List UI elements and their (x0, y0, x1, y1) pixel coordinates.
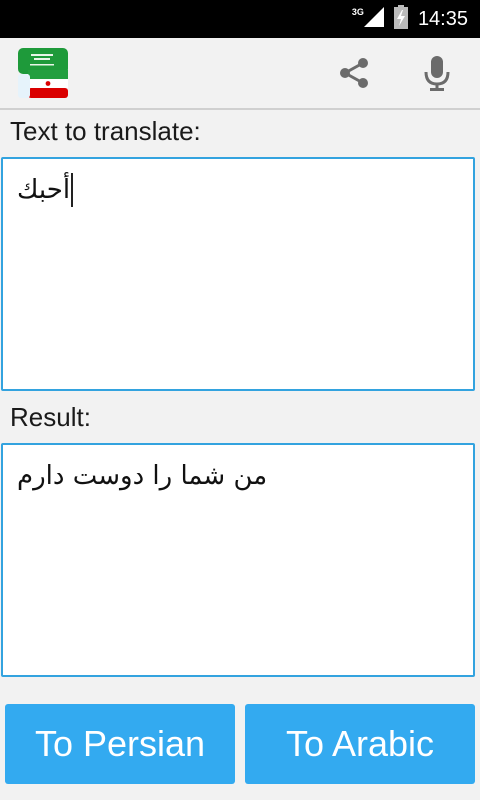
status-indicators: 3G 14:35 (352, 0, 468, 38)
microphone-icon[interactable] (415, 51, 459, 95)
result-text-value: من شما را دوست دارم (17, 461, 268, 491)
app-logo (18, 48, 68, 98)
action-bar (0, 38, 480, 110)
battery-charging-icon (393, 4, 408, 34)
to-persian-button[interactable]: To Persian (5, 704, 235, 784)
status-bar: 3G 14:35 (0, 0, 480, 38)
source-text-value: أحبك (17, 175, 71, 205)
share-icon[interactable] (332, 51, 376, 95)
clock: 14:35 (417, 7, 468, 30)
result-label: Result: (10, 402, 91, 432)
text-cursor (71, 173, 74, 207)
to-arabic-button[interactable]: To Arabic (245, 704, 475, 784)
network-type: 3G (351, 7, 364, 17)
source-text-line: أحبك (17, 173, 74, 207)
result-text-area[interactable]: من شما را دوست دارم (1, 443, 475, 677)
source-label: Text to translate: (10, 116, 201, 146)
signal-icon (363, 6, 384, 32)
source-text-input[interactable]: أحبك (1, 157, 475, 391)
